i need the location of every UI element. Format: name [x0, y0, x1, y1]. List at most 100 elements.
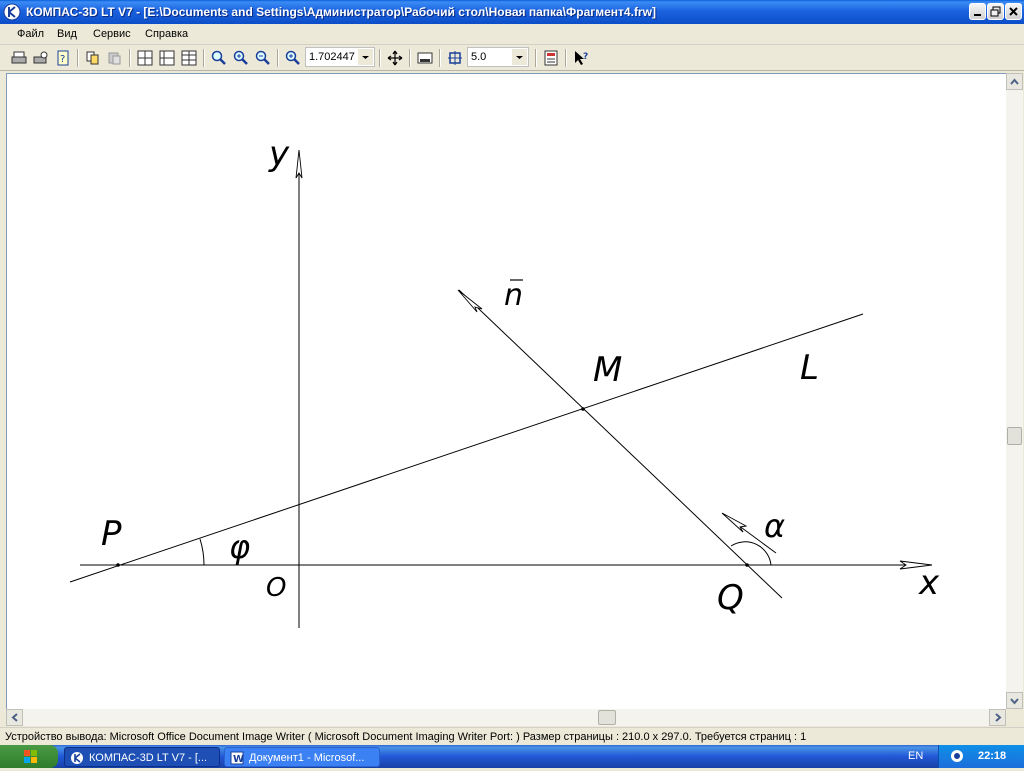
window-title: КОМПАС-3D LT V7 - [E:\Documents and Sett… — [26, 5, 656, 19]
zoom-value: 1.702447 — [309, 51, 355, 63]
status-bar: Устройство вывода: Microsoft Office Docu… — [0, 727, 1024, 745]
zoom-dropdown-button[interactable] — [358, 49, 373, 65]
horizontal-scroll-thumb[interactable] — [598, 710, 616, 725]
arrow-down-icon — [1010, 698, 1019, 705]
printer-icon — [11, 51, 27, 64]
context-help-button[interactable]: ? — [571, 48, 591, 68]
cursor-step-button[interactable] — [445, 48, 465, 68]
show-all-button[interactable] — [415, 48, 435, 68]
magnifier-icon — [211, 50, 226, 65]
label-origin: O — [266, 573, 286, 603]
restore-button[interactable] — [987, 3, 1004, 20]
chevron-down-icon — [516, 56, 523, 59]
start-button[interactable] — [0, 745, 58, 768]
zoom-in-icon — [233, 50, 248, 65]
zoom-scale-icon — [285, 50, 300, 65]
menu-view[interactable]: Вид — [57, 28, 77, 40]
layout-button-3[interactable] — [179, 48, 199, 68]
label-point-m: M — [593, 350, 622, 390]
arrow-up-icon — [1010, 78, 1019, 85]
drawing-svg[interactable]: y x O P M Q L n φ α — [7, 74, 1007, 710]
restore-icon — [990, 6, 1001, 17]
chevron-down-icon — [362, 56, 369, 59]
point-m-dot — [581, 407, 585, 411]
task-kompas-label: КОМПАС-3D LT V7 - [... — [89, 752, 208, 764]
grid-layout-icon — [181, 50, 197, 66]
zoom-out-button[interactable] — [253, 48, 273, 68]
label-angle-phi: φ — [229, 528, 250, 566]
label-line-l: L — [800, 348, 819, 388]
label-normal-n: n — [504, 278, 523, 313]
monitor-icon — [417, 52, 433, 64]
close-icon — [1009, 7, 1018, 16]
angle-phi-arc — [199, 538, 205, 566]
print-button[interactable] — [9, 48, 29, 68]
horizontal-scrollbar[interactable] — [6, 709, 1006, 726]
zoom-in-button[interactable] — [231, 48, 251, 68]
label-x-axis: x — [918, 563, 940, 603]
task-kompas[interactable]: КОМПАС-3D LT V7 - [... — [64, 747, 220, 767]
paste-button[interactable] — [105, 48, 125, 68]
grid-layout-icon — [159, 50, 175, 66]
label-y-axis: y — [268, 134, 290, 174]
tray-app-icon[interactable] — [947, 745, 967, 768]
zoom-scale-button[interactable] — [283, 48, 303, 68]
menu-bar: Файл Вид Сервис Справка — [0, 24, 1024, 45]
calculator-button[interactable] — [541, 48, 561, 68]
zoom-out-icon — [255, 50, 270, 65]
layout-button-2[interactable] — [157, 48, 177, 68]
scroll-right-button[interactable] — [989, 709, 1006, 726]
arrow-left-icon — [11, 713, 18, 722]
print-preview-icon — [33, 51, 48, 64]
svg-text:?: ? — [583, 52, 588, 62]
scroll-down-button[interactable] — [1006, 692, 1023, 709]
layout-button-1[interactable] — [135, 48, 155, 68]
drawing-canvas[interactable]: y x O P M Q L n φ α — [6, 73, 1006, 709]
print-preview-button[interactable] — [31, 48, 51, 68]
kompas-app-icon — [71, 752, 83, 764]
zoom-button[interactable] — [209, 48, 229, 68]
vertical-scroll-thumb[interactable] — [1007, 427, 1022, 445]
pan-button[interactable] — [385, 48, 405, 68]
label-point-q: Q — [717, 578, 744, 618]
minimize-icon — [974, 14, 981, 16]
arrow-question-icon: ? — [575, 51, 588, 65]
minimize-button[interactable] — [969, 3, 986, 20]
arrow-right-icon — [995, 713, 1002, 722]
task-word-label: Документ1 - Microsof... — [249, 752, 365, 764]
vertical-scrollbar[interactable] — [1006, 73, 1023, 709]
menu-service[interactable]: Сервис — [93, 28, 131, 40]
windows-logo-icon — [24, 750, 37, 763]
help-book-icon: ? — [57, 50, 69, 66]
svg-text:?: ? — [60, 54, 65, 65]
move-arrows-icon — [387, 50, 403, 66]
calculator-icon — [544, 50, 558, 66]
point-q-dot — [745, 563, 749, 567]
y-axis-arrow — [295, 149, 303, 179]
work-area: y x O P M Q L n φ α — [0, 71, 1024, 727]
title-bar[interactable]: КОМПАС-3D LT V7 - [E:\Documents and Sett… — [0, 0, 1024, 24]
menu-file[interactable]: Файл — [17, 28, 44, 40]
help-topic-button[interactable]: ? — [53, 48, 73, 68]
paste-icon — [108, 52, 121, 65]
snap-step-icon — [448, 51, 462, 65]
close-button[interactable] — [1005, 3, 1022, 20]
point-p-dot — [116, 563, 120, 567]
normal-line — [458, 289, 783, 599]
zoom-combo[interactable]: 1.702447 — [305, 47, 375, 67]
copy-icon — [86, 51, 99, 65]
step-dropdown-button[interactable] — [512, 49, 527, 65]
label-angle-alpha: α — [764, 507, 785, 545]
kompas-app-icon — [3, 3, 21, 21]
scroll-left-button[interactable] — [6, 709, 23, 726]
menu-help[interactable]: Справка — [145, 28, 188, 40]
task-word[interactable]: W Документ1 - Microsof... — [224, 747, 380, 767]
grid-layout-icon — [137, 50, 153, 66]
copy-button[interactable] — [83, 48, 103, 68]
scroll-up-button[interactable] — [1006, 73, 1023, 90]
step-combo[interactable]: 5.0 — [467, 47, 529, 67]
alpha-arrow-head — [721, 512, 748, 533]
label-point-p: P — [101, 514, 122, 554]
step-value: 5.0 — [471, 51, 487, 63]
language-indicator[interactable]: EN — [908, 750, 923, 762]
